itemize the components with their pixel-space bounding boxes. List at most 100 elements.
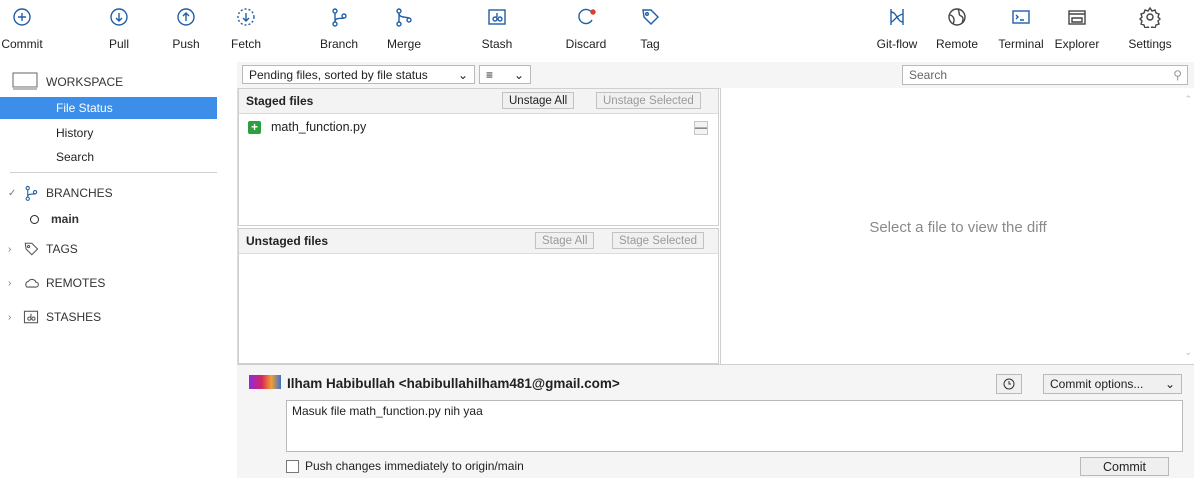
branch-icon	[25, 185, 38, 201]
scroll-up-icon[interactable]: ⌃	[1184, 94, 1192, 105]
search-icon: ⚲	[1173, 68, 1182, 82]
chevron-right-icon: ›	[8, 311, 12, 323]
commit-options-dropdown[interactable]: Commit options... ⌄	[1043, 374, 1182, 394]
minus-icon: —	[695, 120, 707, 134]
cloud-icon	[25, 278, 39, 288]
settings-label: Settings	[1128, 37, 1172, 51]
stage-all-button[interactable]: Stage All	[535, 232, 595, 249]
terminal-label: Terminal	[998, 37, 1044, 51]
settings-button[interactable]: Settings	[1124, 6, 1176, 58]
merge-button[interactable]: Merge	[381, 6, 427, 58]
pull-label: Pull	[108, 37, 129, 51]
unstaged-title: Unstaged files	[246, 234, 329, 248]
unstage-file-button[interactable]: —	[694, 121, 708, 135]
scroll-down-icon[interactable]: ⌄	[1184, 347, 1192, 358]
terminal-button[interactable]: Terminal	[995, 6, 1047, 58]
search-placeholder: Search	[909, 68, 948, 82]
tag-button[interactable]: Tag	[637, 6, 663, 58]
push-label: Push	[172, 37, 200, 51]
tag-icon	[24, 242, 39, 256]
sidebar-item-history[interactable]: History	[0, 122, 217, 144]
git-flow-label: Git-flow	[876, 37, 918, 51]
list-item[interactable]: + math_function.py	[248, 120, 366, 134]
stashes-title: STASHES	[46, 310, 102, 324]
tags-title: TAGS	[46, 242, 78, 256]
chevron-down-icon: ⌄	[457, 68, 468, 82]
branch-icon	[332, 8, 347, 27]
unstaged-panel: Unstaged files Stage All Stage Selected	[238, 228, 719, 364]
branches-title: BRANCHES	[46, 186, 113, 200]
toolbar: Commit Pull Push Fetch Branch Merge Stas…	[0, 0, 1194, 63]
arrow-up-circle-icon	[177, 8, 195, 26]
diff-panel: Select a file to view the diff ⌃ ⌄	[720, 88, 1194, 364]
sort-label: Pending files, sorted by file status	[249, 68, 428, 82]
branch-item-main[interactable]: main	[30, 212, 79, 226]
chevron-down-icon: ⌄	[513, 68, 524, 82]
commit-label: Commit	[1, 37, 43, 51]
terminal-icon	[1012, 10, 1030, 24]
stash-label: Stash	[481, 37, 513, 51]
push-option[interactable]: Push changes immediately to origin/main	[286, 459, 524, 473]
commit-area: Ilham Habibullah <habibullahilham481@gma…	[237, 364, 1194, 478]
commit-options-label: Commit options...	[1050, 377, 1144, 391]
arrow-down-circle-icon	[110, 8, 128, 26]
chevron-right-icon: ›	[8, 277, 12, 289]
pull-button[interactable]: Pull	[103, 6, 135, 58]
staged-header: Staged files Unstage All Unstage Selecte…	[239, 89, 718, 114]
staged-title: Staged files	[246, 94, 314, 108]
commit-message-text: Masuk file math_function.py nih yaa	[292, 404, 483, 418]
sidebar-item-search[interactable]: Search	[0, 146, 217, 168]
remotes-title: REMOTES	[46, 276, 106, 290]
plus-circle-icon	[13, 8, 31, 26]
commit-history-button[interactable]	[996, 374, 1022, 394]
fetch-button[interactable]: Fetch	[228, 6, 264, 58]
sort-dropdown[interactable]: Pending files, sorted by file status ⌄	[242, 65, 475, 84]
unstage-selected-button[interactable]: Unstage Selected	[596, 92, 701, 109]
tag-label: Tag	[640, 37, 660, 51]
commit-button[interactable]: Commit	[0, 6, 44, 58]
explorer-button[interactable]: Explorer	[1053, 6, 1101, 58]
branch-label: Branch	[319, 37, 359, 51]
staged-panel: Staged files Unstage All Unstage Selecte…	[238, 88, 719, 226]
push-button[interactable]: Push	[168, 6, 204, 58]
filter-bar: Pending files, sorted by file status ⌄ ≡…	[237, 62, 1194, 89]
merge-label: Merge	[386, 37, 421, 51]
avatar	[249, 375, 281, 389]
search-input[interactable]: Search ⚲	[902, 65, 1188, 85]
stage-selected-button[interactable]: Stage Selected	[612, 232, 705, 249]
merge-icon	[396, 8, 412, 27]
remotes-header[interactable]: › REMOTES	[8, 274, 105, 292]
remote-button[interactable]: Remote	[935, 6, 979, 58]
stash-button[interactable]: Stash	[477, 6, 517, 58]
commit-submit-button[interactable]: Commit	[1080, 457, 1169, 476]
discard-button[interactable]: Discard	[561, 6, 611, 58]
fetch-label: Fetch	[230, 37, 261, 51]
view-mode-dropdown[interactable]: ≡ ⌄	[479, 65, 531, 84]
git-flow-button[interactable]: Git-flow	[869, 6, 925, 58]
chevron-down-icon: ✓	[8, 187, 17, 199]
remote-label: Remote	[935, 37, 979, 51]
diff-placeholder: Select a file to view the diff	[869, 219, 1047, 236]
monitor-icon	[12, 72, 38, 90]
explorer-label: Explorer	[1054, 37, 1100, 51]
workspace-header: WORKSPACE	[10, 70, 123, 94]
commit-author: Ilham Habibullah <habibullahilham481@gma…	[287, 376, 620, 391]
chevron-right-icon: ›	[8, 243, 12, 255]
tags-header[interactable]: › TAGS	[8, 240, 78, 258]
stashes-header[interactable]: › STASHES	[8, 308, 101, 326]
workspace-title: WORKSPACE	[46, 75, 124, 89]
sidebar-item-file-status[interactable]: File Status	[0, 97, 217, 119]
branches-header[interactable]: ✓ BRANCHES	[8, 184, 113, 202]
branch-name: main	[51, 212, 80, 226]
push-checkbox[interactable]	[286, 459, 299, 473]
stash-icon	[23, 310, 39, 324]
git-flow-icon	[890, 9, 904, 25]
unstage-all-button[interactable]: Unstage All	[502, 92, 575, 109]
discard-icon	[578, 8, 596, 25]
push-option-label: Push changes immediately to origin/main	[305, 459, 524, 473]
branch-button[interactable]: Branch	[316, 6, 362, 58]
list-view-icon: ≡	[486, 68, 494, 82]
chevron-down-icon: ⌄	[1164, 377, 1175, 391]
commit-message-input[interactable]: Masuk file math_function.py nih yaa	[286, 400, 1183, 452]
fetch-icon	[237, 8, 255, 26]
